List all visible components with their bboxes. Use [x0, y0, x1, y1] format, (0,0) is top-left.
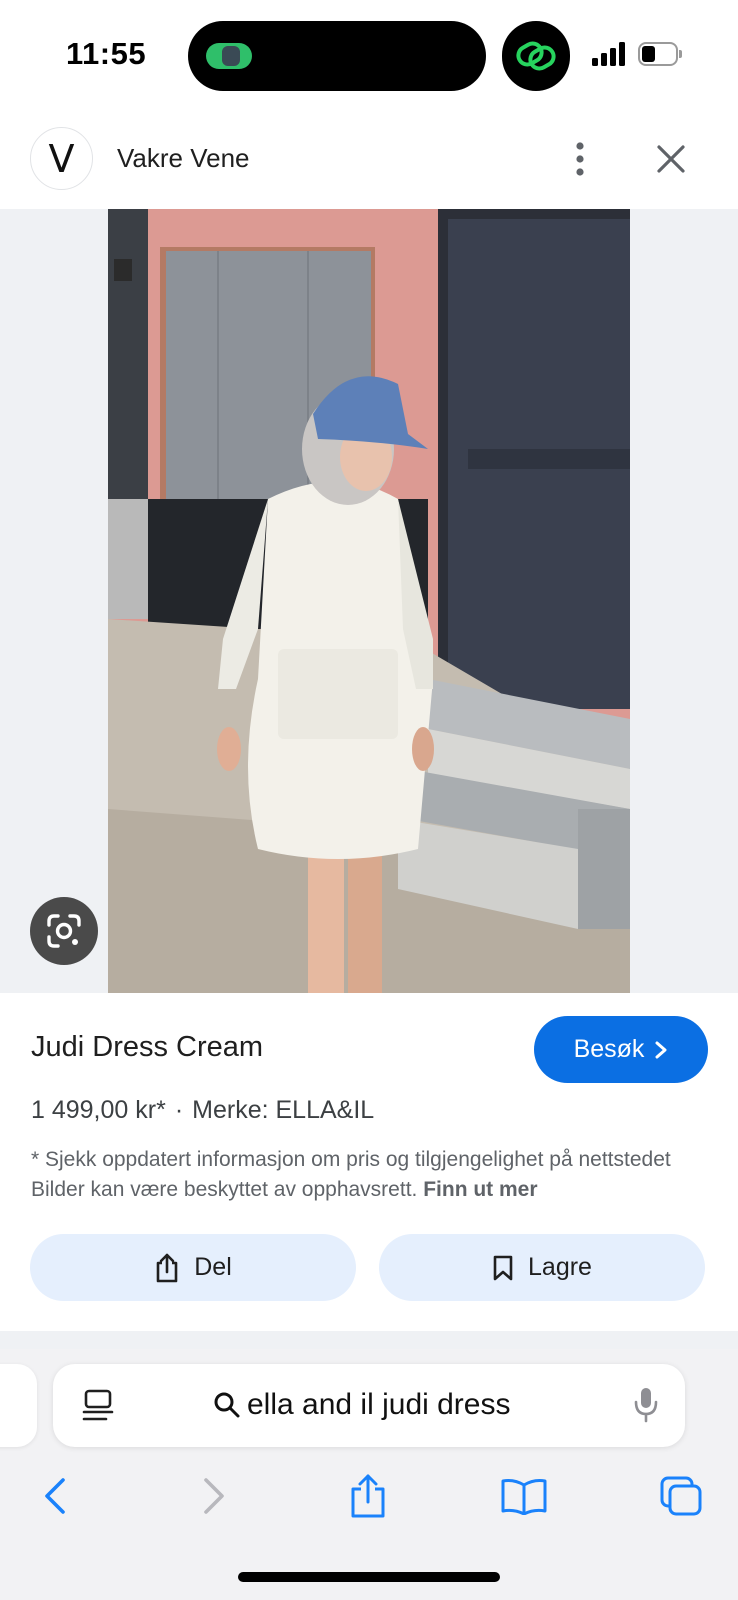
address-text: ella and il judi dress: [247, 1388, 511, 1421]
product-info-panel: Judi Dress Cream Besøk 1 499,00 kr* · Merk…: [0, 993, 738, 1331]
share-button[interactable]: Del: [30, 1234, 356, 1301]
more-options-button[interactable]: [560, 134, 600, 184]
google-lens-button[interactable]: [30, 897, 98, 965]
chevron-left-icon: [45, 1478, 65, 1514]
home-indicator[interactable]: [238, 1572, 500, 1582]
bookmarks-button[interactable]: [494, 1468, 554, 1524]
address-field[interactable]: ella and il judi dress: [213, 1388, 510, 1422]
search-icon: [214, 1392, 240, 1418]
disclaimer-text: * Sjekk oppdatert informasjon om pris og…: [31, 1145, 721, 1205]
tabs-button[interactable]: [651, 1468, 711, 1524]
dynamic-island[interactable]: [188, 21, 486, 91]
cellular-signal-icon: [592, 42, 626, 66]
disclaimer-body: * Sjekk oppdatert informasjon om pris og…: [31, 1148, 671, 1201]
product-brand: Merke: ELLA&IL: [192, 1096, 375, 1124]
link-icon[interactable]: [502, 21, 570, 91]
save-button[interactable]: Lagre: [379, 1234, 705, 1301]
book-icon: [501, 1479, 547, 1515]
site-name[interactable]: Vakre Vene: [117, 143, 250, 174]
result-header: V Vakre Vene: [0, 110, 738, 209]
battery-icon: [638, 42, 682, 66]
share-icon: [351, 1474, 385, 1518]
close-button[interactable]: [646, 134, 696, 184]
share-label: Del: [194, 1253, 232, 1281]
status-time: 11:55: [66, 36, 147, 71]
tabs-icon: [660, 1476, 702, 1516]
more-vertical-icon: [576, 142, 584, 176]
product-title[interactable]: Judi Dress Cream: [31, 1031, 263, 1064]
separator-dot: ·: [174, 1096, 184, 1124]
visit-button-label: Besøk: [573, 1035, 645, 1063]
address-bar[interactable]: ella and il judi dress: [53, 1364, 685, 1447]
back-button[interactable]: [25, 1468, 85, 1524]
learn-more-link[interactable]: Finn ut mer: [423, 1178, 537, 1201]
chevron-right-icon: [655, 1041, 667, 1058]
image-viewer: [0, 209, 738, 993]
section-divider: [0, 1331, 738, 1349]
share-page-button[interactable]: [338, 1468, 398, 1524]
product-price: 1 499,00 kr*: [31, 1096, 166, 1124]
price-row: 1 499,00 kr* · Merke: ELLA&IL: [31, 1096, 374, 1125]
forward-button[interactable]: [184, 1468, 244, 1524]
visit-button[interactable]: Besøk: [534, 1016, 708, 1083]
chevron-right-icon: [204, 1478, 224, 1514]
product-photo[interactable]: [108, 209, 630, 993]
bookmark-icon: [493, 1255, 513, 1280]
save-label: Lagre: [528, 1253, 592, 1281]
browser-toolbar: ella and il judi dress: [0, 1349, 738, 1600]
lens-icon: [47, 914, 81, 948]
site-logo[interactable]: V: [30, 127, 93, 190]
share-icon: [156, 1253, 178, 1282]
live-activity-icon[interactable]: [206, 43, 252, 69]
previous-tab-preview[interactable]: [0, 1364, 37, 1447]
status-bar: 11:55: [0, 0, 738, 110]
close-icon: [657, 145, 685, 173]
microphone-icon[interactable]: [633, 1386, 659, 1424]
page-menu-icon[interactable]: [81, 1388, 115, 1424]
